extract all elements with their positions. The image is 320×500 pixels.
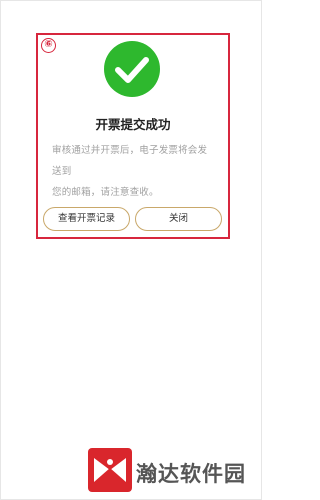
watermark-logo-icon [88, 448, 132, 492]
view-invoice-records-button[interactable]: 查看开票记录 [43, 207, 130, 231]
close-button[interactable]: 关闭 [135, 207, 222, 231]
step-number-marker: ⑥ [41, 38, 56, 53]
watermark-text: 瀚达软件园 [136, 462, 246, 486]
dialog-title: 开票提交成功 [95, 117, 171, 132]
message-line-1: 审核通过并开票后，电子发票将会发送到 [52, 145, 208, 177]
success-check-icon [104, 41, 160, 97]
dialog-message: 审核通过并开票后，电子发票将会发送到 您的邮箱，请注意查收。 [52, 140, 216, 203]
message-line-2: 您的邮箱，请注意查收。 [52, 187, 159, 198]
